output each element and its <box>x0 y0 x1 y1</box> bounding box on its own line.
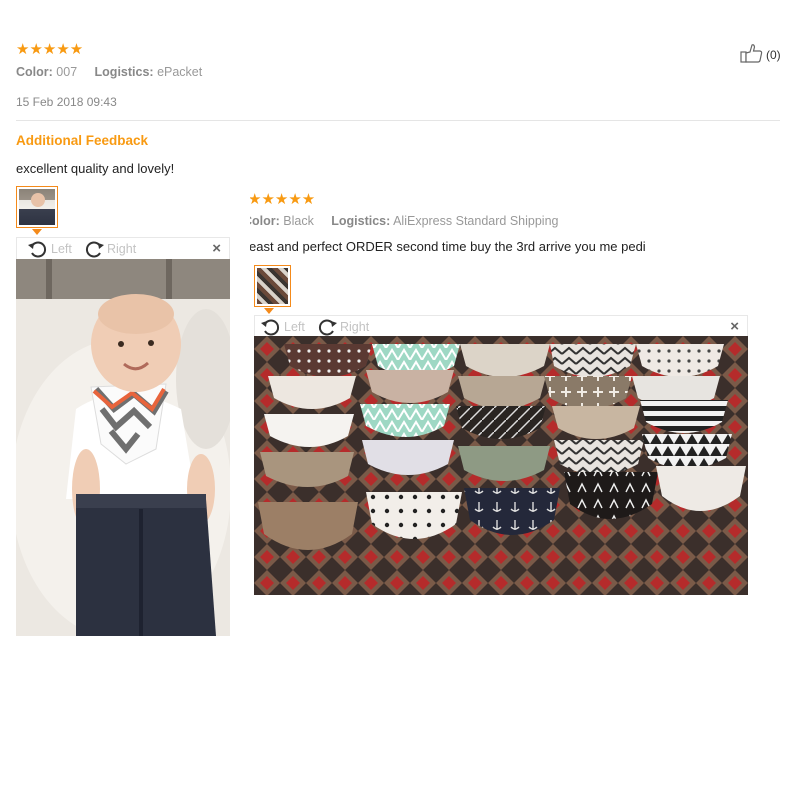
image-viewer-toolbar: Left Right × <box>16 237 230 259</box>
logistics-label: Logistics: <box>94 65 154 79</box>
feedback-text: excellent quality and lovely! <box>16 161 175 176</box>
color-value: Black <box>283 214 314 228</box>
review-date: 15 Feb 2018 09:43 <box>16 95 117 109</box>
feedback-text: east and perfect ORDER second time buy t… <box>250 239 646 254</box>
divider <box>16 120 780 121</box>
rating-stars: ★★★★★ <box>250 191 316 208</box>
rotate-left-label: Left <box>284 320 305 334</box>
thumbnail-caret <box>264 308 274 314</box>
logistics-value: ePacket <box>157 65 203 79</box>
color-label: Color: <box>250 214 280 228</box>
bibs-photo <box>254 336 748 595</box>
thumbnail-image <box>19 189 55 225</box>
review-2: ★★★★★ Color: Black Logistics: AliExpress… <box>250 186 800 606</box>
order-info: Color: Black Logistics: AliExpress Stand… <box>250 214 558 228</box>
rotate-right-icon <box>316 318 338 336</box>
rotate-left-label: Left <box>51 242 72 256</box>
review-photo-large <box>16 259 230 636</box>
review-photo-large <box>254 336 748 595</box>
baby-photo <box>16 259 230 636</box>
logistics-label: Logistics: <box>331 214 391 228</box>
rotate-right-label: Right <box>340 320 370 334</box>
order-info: Color: 007 Logistics: ePacket <box>16 65 202 79</box>
rotate-right-button[interactable]: Right <box>83 240 136 258</box>
close-icon[interactable]: × <box>730 318 739 335</box>
rotate-left-button[interactable]: Left <box>27 240 72 258</box>
color-value: 007 <box>56 65 78 79</box>
image-viewer-toolbar: Left Right × <box>254 315 748 336</box>
rotate-left-button[interactable]: Left <box>260 318 305 336</box>
color-label: Color: <box>16 65 53 79</box>
rotate-right-icon <box>83 240 105 258</box>
thumbs-up-icon <box>740 43 764 66</box>
close-icon[interactable]: × <box>212 240 221 257</box>
rotate-left-icon <box>27 240 49 258</box>
review-photo-thumbnail[interactable] <box>16 186 58 228</box>
logistics-value: AliExpress Standard Shipping <box>393 214 559 228</box>
rotate-left-icon <box>260 318 282 336</box>
additional-feedback-title: Additional Feedback <box>16 133 149 148</box>
rotate-right-button[interactable]: Right <box>316 318 369 336</box>
thumbnail-caret <box>32 229 42 235</box>
rotate-right-label: Right <box>107 242 137 256</box>
thumbnail-image <box>257 268 288 304</box>
helpful-count: (0) <box>766 47 781 62</box>
helpful-button[interactable]: (0) <box>740 43 781 66</box>
review-photo-thumbnail[interactable] <box>254 265 291 307</box>
rating-stars: ★★★★★ <box>16 41 84 58</box>
